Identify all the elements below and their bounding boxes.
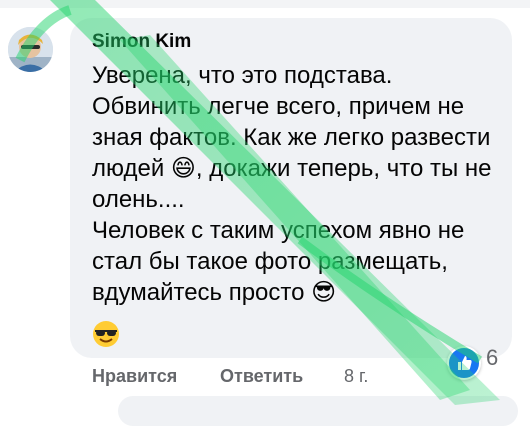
thumbs-up-icon bbox=[458, 356, 472, 370]
reply-button[interactable]: Ответить bbox=[220, 366, 303, 387]
comment-timestamp[interactable]: 8 г. bbox=[344, 366, 368, 387]
avatar[interactable] bbox=[8, 27, 53, 72]
like-button[interactable]: Нравится bbox=[92, 366, 177, 387]
avatar-photo bbox=[8, 27, 53, 72]
comment-text: Уверена, что это подстава. Обвинить легч… bbox=[92, 62, 492, 306]
like-reaction-icon[interactable] bbox=[447, 346, 481, 380]
sunglasses-emoji-icon bbox=[93, 321, 119, 347]
reaction-count[interactable]: 6 bbox=[486, 345, 498, 371]
previous-comment-edge bbox=[0, 0, 530, 8]
comment-author[interactable]: Simon Kim bbox=[92, 31, 191, 53]
next-comment-bubble-edge bbox=[118, 396, 518, 426]
